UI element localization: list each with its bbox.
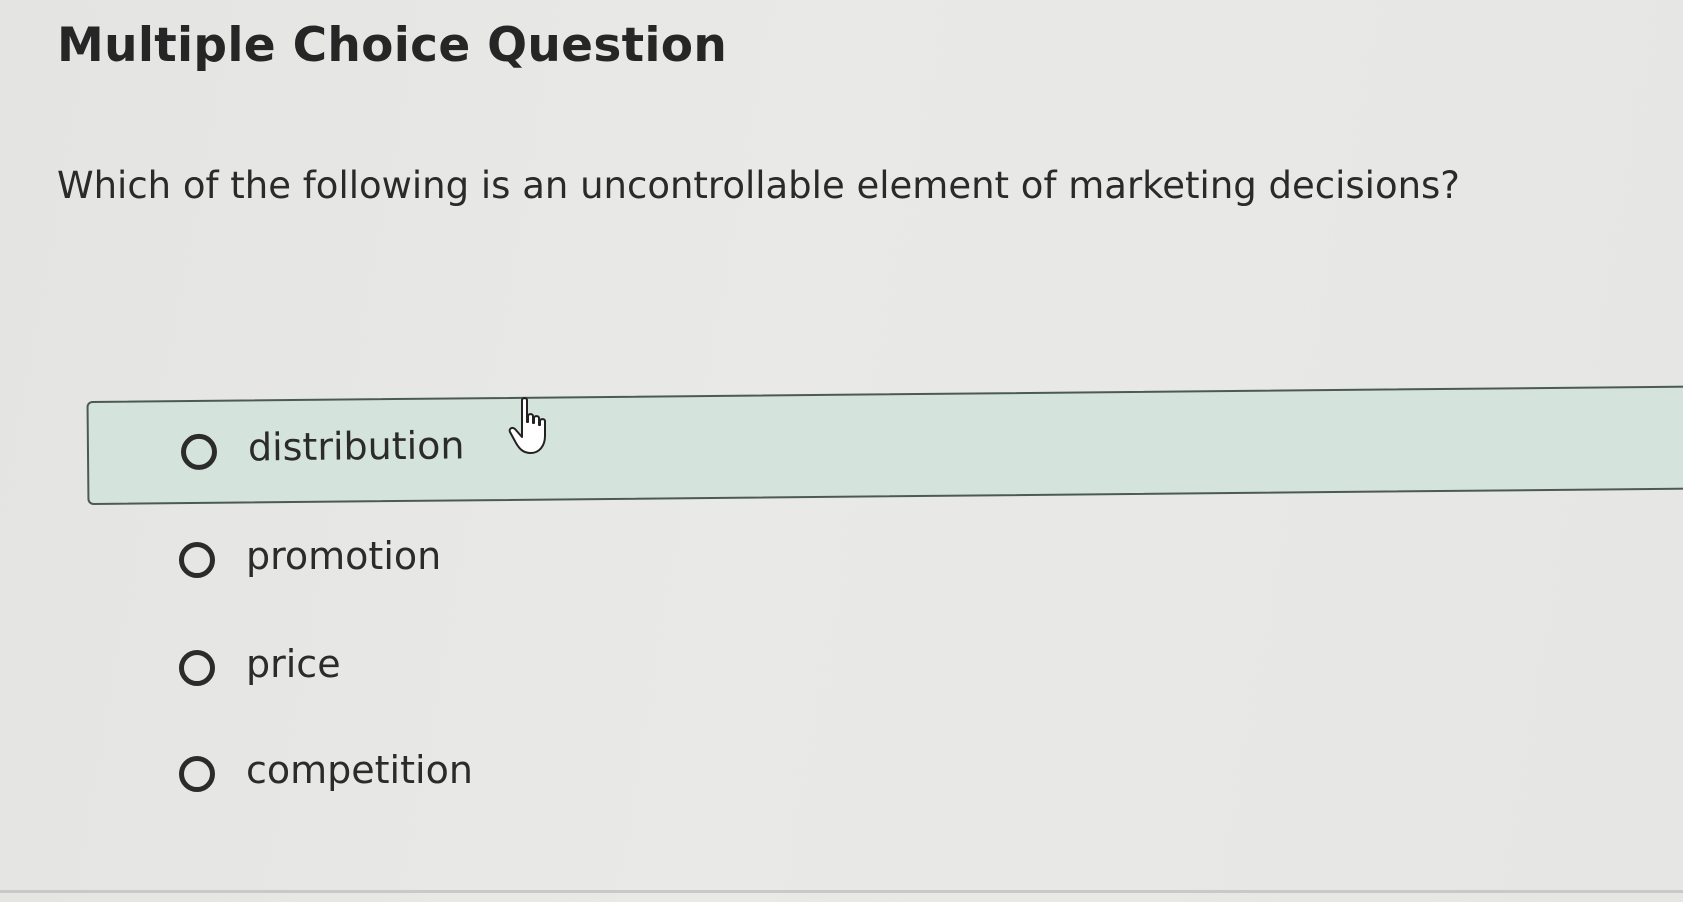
hand-pointer-icon (508, 397, 546, 454)
option-promotion[interactable]: promotion (87, 508, 1683, 612)
option-label: price (246, 642, 341, 686)
option-price[interactable]: price (87, 616, 1683, 720)
bottom-divider (0, 890, 1683, 893)
option-competition[interactable]: competition (87, 722, 1683, 826)
radio-button-icon[interactable] (179, 756, 215, 792)
radio-button-icon[interactable] (180, 433, 218, 471)
radio-button-icon[interactable] (179, 542, 215, 578)
question-page: Multiple Choice Question Which of the fo… (0, 0, 1683, 902)
option-label: promotion (246, 534, 442, 578)
option-distribution[interactable]: distribution (86, 385, 1683, 505)
option-label: competition (246, 748, 473, 792)
answer-options: distribution promotion price competition (0, 0, 1683, 902)
option-label: distribution (247, 423, 465, 470)
radio-button-icon[interactable] (179, 650, 215, 686)
